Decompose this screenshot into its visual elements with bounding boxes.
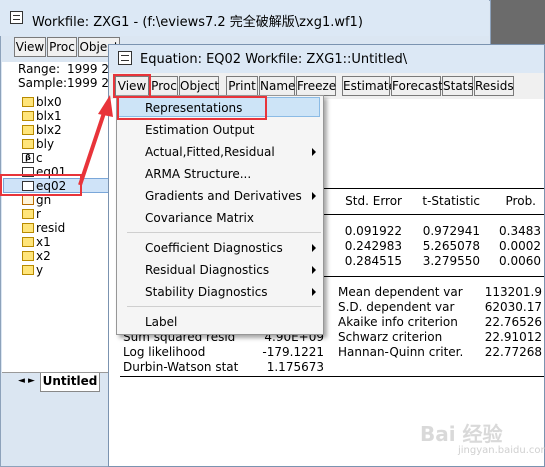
annotation-arrow: [78, 95, 113, 186]
watermark-url: jingyan.baidu.com: [458, 445, 545, 456]
watermark-logo: Bai 经验: [420, 422, 503, 446]
